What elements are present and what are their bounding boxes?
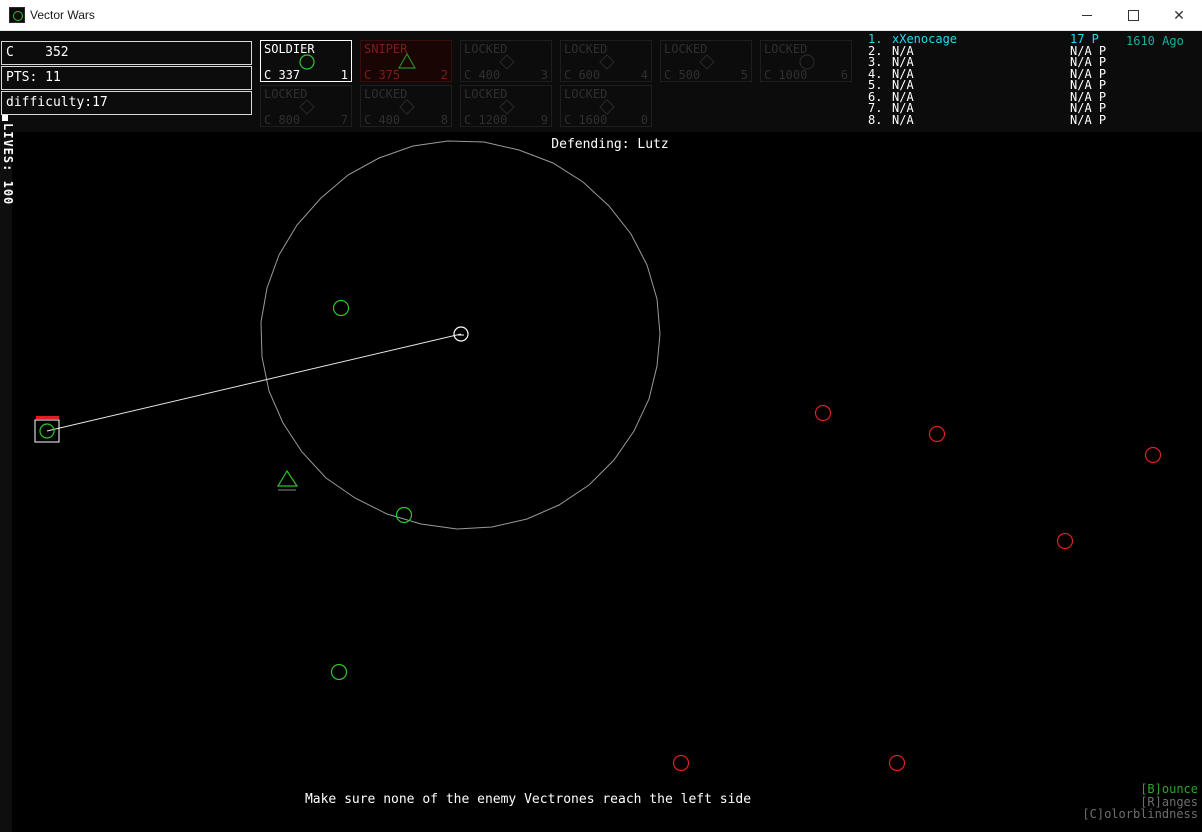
enemy-vectrone <box>1056 532 1074 550</box>
hint-text: Make sure none of the enemy Vectrones re… <box>304 792 752 807</box>
enemy-vectrone <box>1144 446 1162 464</box>
maximize-icon <box>1127 10 1139 21</box>
friendly-soldier[interactable] <box>332 299 350 317</box>
controls-legend: [B]ounce [R]anges [C]olorblindness <box>1082 783 1198 821</box>
bounce-toggle[interactable]: [B]ounce <box>1082 783 1198 796</box>
defending-label: Defending: Lutz <box>551 137 669 152</box>
close-button[interactable]: ✕ <box>1156 0 1202 31</box>
maximize-button[interactable] <box>1110 0 1156 31</box>
friendly-soldier[interactable] <box>395 506 413 524</box>
game-viewport[interactable]: C 352 PTS: 11 difficulty:17 SOLDIER C 337… <box>0 31 1202 832</box>
base-health-bar <box>36 416 59 419</box>
attack-line <box>46 333 462 432</box>
friendly-sniper[interactable] <box>276 469 299 487</box>
window-title: Vector Wars <box>30 8 95 22</box>
enemy-vectrone <box>672 754 690 772</box>
enemy-vectrone <box>928 425 946 443</box>
app-icon <box>9 7 25 23</box>
minimize-icon <box>1082 15 1092 16</box>
enemy-vectrone <box>814 404 832 422</box>
minimize-button[interactable] <box>1064 0 1110 31</box>
friendly-soldier[interactable] <box>330 663 348 681</box>
enemy-vectrone <box>888 754 906 772</box>
close-icon: ✕ <box>1173 7 1185 24</box>
window-titlebar: Vector Wars ✕ <box>0 0 1202 31</box>
colorblind-toggle[interactable]: [C]olorblindness <box>1082 808 1198 821</box>
